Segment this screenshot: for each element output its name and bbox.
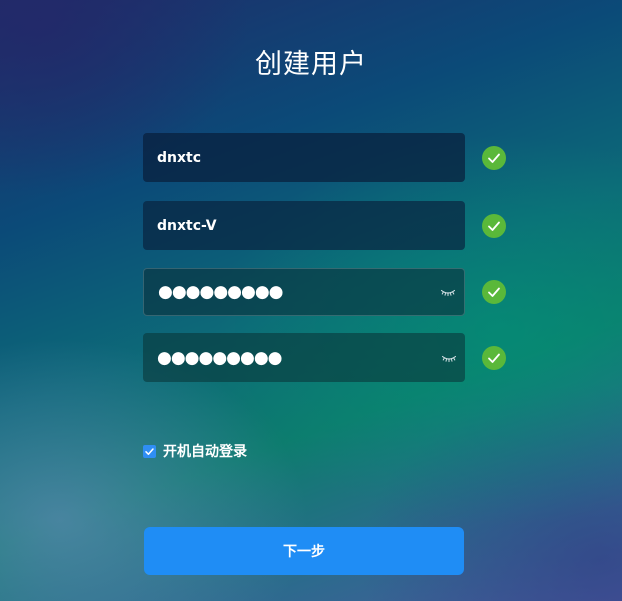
eye-closed-icon[interactable] <box>440 284 456 300</box>
auto-login-checkbox[interactable] <box>143 444 156 458</box>
username-value: dnxtc <box>157 149 202 166</box>
confirm-password-masked-value: ●●●●●●●●● <box>157 347 283 368</box>
fullname-value: dnxtc-V <box>157 217 217 234</box>
eye-closed-icon[interactable] <box>441 350 457 366</box>
page-title: 创建用户 <box>255 49 367 80</box>
password-masked-value: ●●●●●●●●● <box>158 282 284 302</box>
password-valid-check-icon <box>482 280 506 304</box>
password-field[interactable]: ●●●●●●●●● <box>143 268 465 316</box>
fullname-valid-check-icon <box>482 214 506 238</box>
confirm-password-valid-check-icon <box>482 346 506 370</box>
username-valid-check-icon <box>482 146 506 170</box>
auto-login-label: 开机自动登录 <box>163 444 247 460</box>
fullname-field[interactable]: dnxtc-V <box>143 201 465 250</box>
next-button[interactable]: 下一步 <box>144 527 464 575</box>
auto-login-option[interactable]: 开机自动登录 <box>143 441 247 461</box>
username-field[interactable]: dnxtc <box>143 133 465 182</box>
confirm-password-field[interactable]: ●●●●●●●●● <box>143 333 465 382</box>
